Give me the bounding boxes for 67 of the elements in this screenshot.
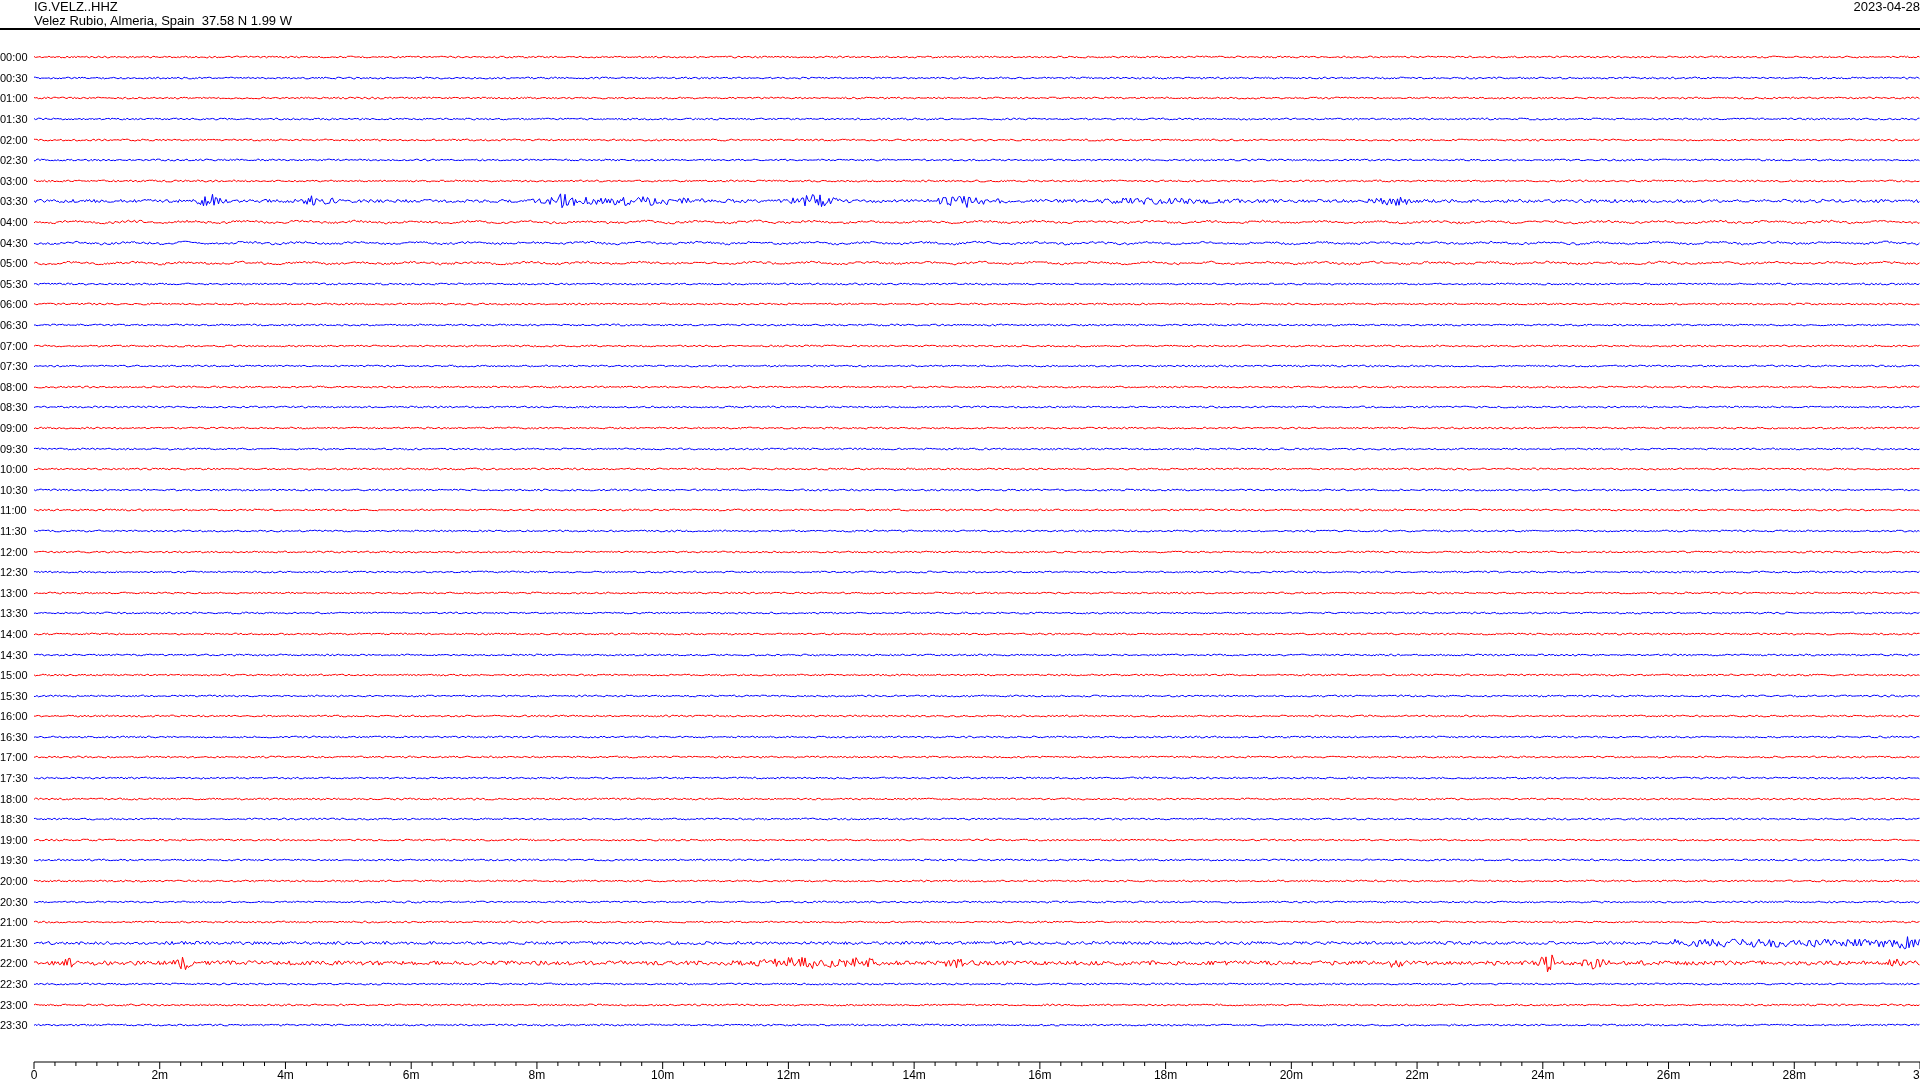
time-label: 13:30 [0, 607, 29, 620]
time-label: 06:00 [0, 298, 29, 311]
plot-date: 2023-04-28 [1853, 0, 1920, 14]
time-label: 02:00 [0, 133, 29, 146]
time-label: 07:00 [0, 339, 29, 352]
axis-label: 6m [402, 1067, 420, 1080]
axis-label: 0 [30, 1067, 38, 1080]
time-label: 06:30 [0, 319, 29, 331]
axis-label: 18m [1153, 1067, 1178, 1080]
axis-label: 28m [1782, 1067, 1806, 1080]
time-label: 16:00 [0, 710, 29, 723]
time-label: 12:00 [0, 545, 29, 558]
station-code: IG.VELZ..HHZ [34, 0, 119, 14]
axis-label: 10m [651, 1067, 675, 1080]
time-label: 10:00 [0, 463, 29, 476]
time-label: 17:00 [0, 751, 29, 764]
time-label: 01:00 [0, 92, 29, 105]
axis-label: 16m [1028, 1067, 1052, 1080]
time-label: 05:00 [0, 257, 29, 270]
time-label: 22:00 [0, 957, 29, 970]
time-label: 05:30 [0, 277, 29, 290]
time-label: 16:30 [0, 730, 29, 743]
time-label: 00:00 [0, 51, 29, 64]
time-label: 17:30 [0, 772, 29, 785]
time-label: 09:00 [0, 422, 29, 434]
time-label: 11:30 [0, 524, 28, 537]
time-label: 07:30 [0, 360, 29, 373]
axis-label: 3 [1913, 1067, 1920, 1080]
axis-label: 2m [151, 1067, 169, 1080]
axis-label: 20m [1279, 1067, 1303, 1080]
axis-label: 8m [528, 1067, 546, 1080]
time-label: 20:30 [0, 895, 29, 908]
time-label: 03:30 [0, 195, 29, 208]
axis-label: 22m [1405, 1067, 1429, 1080]
time-label: 18:30 [0, 813, 29, 826]
time-label: 08:00 [0, 380, 29, 393]
time-label: 15:00 [0, 669, 29, 682]
time-label: 04:30 [0, 236, 29, 249]
time-label: 23:30 [0, 1019, 29, 1032]
time-label: 19:30 [0, 854, 29, 867]
time-label: 01:30 [0, 113, 29, 126]
axis-label: 26m [1656, 1067, 1681, 1080]
time-label: 20:00 [0, 875, 29, 888]
time-label: 12:30 [0, 566, 29, 579]
time-label: 23:00 [0, 998, 29, 1011]
time-label: 21:00 [0, 916, 29, 929]
time-label: 02:30 [0, 154, 29, 167]
axis-label: 4m [277, 1067, 294, 1080]
time-label: 21:30 [0, 936, 29, 949]
time-label: 22:30 [0, 978, 29, 990]
axis-label: 24m [1531, 1067, 1555, 1080]
time-label: 09:30 [0, 442, 29, 455]
axis-label: 14m [902, 1067, 926, 1080]
time-label: 15:30 [0, 689, 29, 702]
time-label: 19:00 [0, 833, 29, 846]
time-label: 14:00 [0, 627, 29, 640]
station-location: Velez Rubio, Almeria, Spain 37.58 N 1.99 W [34, 14, 292, 28]
time-label: 13:00 [0, 586, 29, 599]
time-label: 18:00 [0, 792, 29, 805]
time-label: 00:30 [0, 71, 29, 84]
time-label: 03:00 [0, 174, 29, 187]
time-label: 11:00 [0, 504, 28, 517]
time-label: 10:30 [0, 483, 29, 496]
time-label: 14:30 [0, 648, 29, 661]
axis-label: 12m [776, 1067, 801, 1080]
time-label: 04:00 [0, 216, 29, 229]
time-label: 08:30 [0, 401, 29, 414]
